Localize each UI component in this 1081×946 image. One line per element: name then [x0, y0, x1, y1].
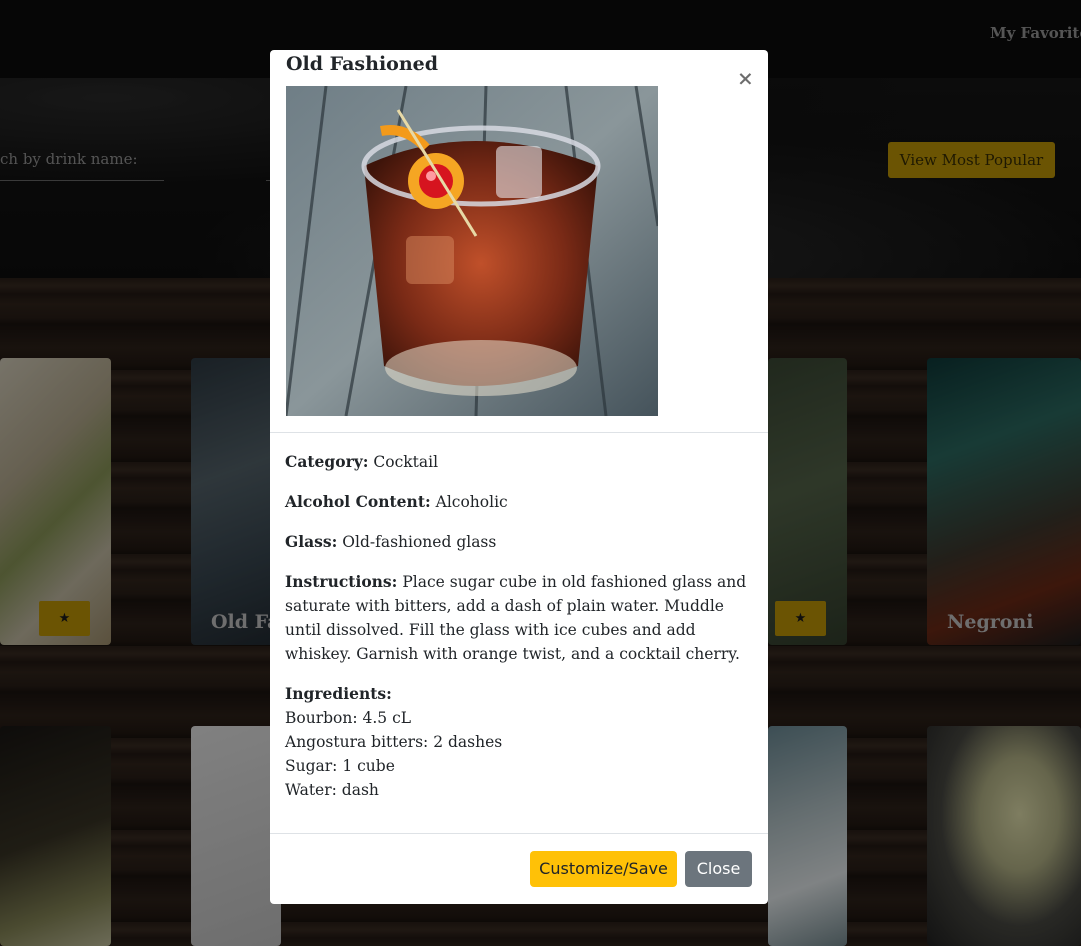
category-value: Cocktail — [373, 453, 439, 471]
category-label: Category: — [285, 452, 369, 471]
glass-row: Glass: Old-fashioned glass — [285, 530, 755, 554]
ingredient-item: Sugar: 1 cube — [285, 757, 395, 775]
ingredients-label: Ingredients: — [285, 684, 392, 703]
modal-title: Old Fashioned — [286, 53, 439, 75]
alcohol-content-row: Alcohol Content: Alcoholic — [285, 490, 755, 514]
divider — [270, 833, 768, 834]
ingredient-item: Angostura bitters: 2 dashes — [285, 733, 503, 751]
alcohol-content-value: Alcoholic — [435, 493, 508, 511]
drink-image — [286, 86, 658, 416]
instructions-row: Instructions: Place sugar cube in old fa… — [285, 570, 755, 666]
ingredients-list: Bourbon: 4.5 cL Angostura bitters: 2 das… — [285, 706, 755, 802]
close-icon[interactable]: × — [737, 66, 754, 90]
divider — [270, 432, 768, 433]
alcohol-content-label: Alcohol Content: — [285, 492, 431, 511]
category-row: Category: Cocktail — [285, 450, 755, 474]
glass-label: Glass: — [285, 532, 338, 551]
close-button[interactable]: Close — [685, 851, 752, 887]
drink-details: Category: Cocktail Alcohol Content: Alco… — [285, 450, 755, 802]
ingredients-section: Ingredients: Bourbon: 4.5 cL Angostura b… — [285, 682, 755, 802]
ingredient-item: Water: dash — [285, 781, 379, 799]
instructions-label: Instructions: — [285, 572, 398, 591]
drink-detail-modal: Old Fashioned × Category: Cocktail Alcoh… — [270, 50, 768, 904]
glass-value: Old-fashioned glass — [342, 533, 497, 551]
ingredient-item: Bourbon: 4.5 cL — [285, 709, 412, 727]
customize-save-button[interactable]: Customize/Save — [530, 851, 677, 887]
